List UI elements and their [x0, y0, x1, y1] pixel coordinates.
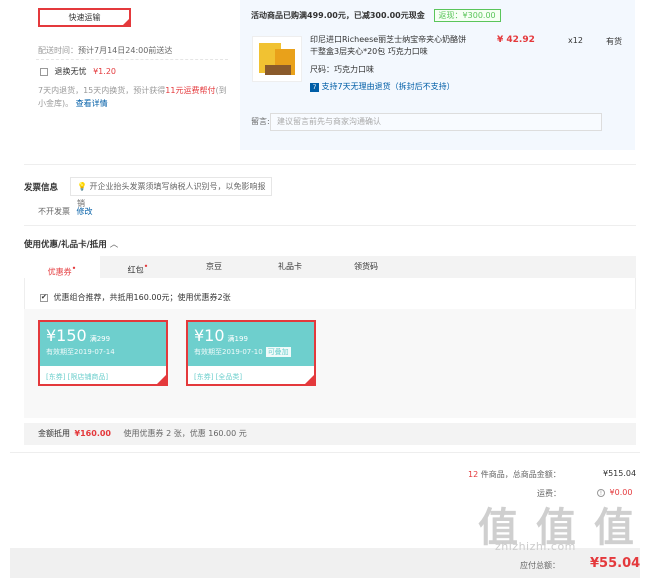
note-input[interactable]: 建议留言前先与商家沟通确认: [270, 113, 602, 131]
tab-label: 京豆: [206, 262, 222, 271]
dot-icon: •: [143, 262, 149, 271]
view-details-link[interactable]: 查看详情: [76, 99, 108, 108]
coupon-head: ¥10 满199 有效期至2019-07-10 可叠加: [188, 322, 314, 366]
lightbulb-icon: 💡: [77, 182, 87, 191]
tab-jingdou[interactable]: 京豆: [176, 256, 252, 278]
summary-amount: ¥160.00: [74, 429, 111, 438]
tab-gift-card[interactable]: 礼品卡: [252, 256, 328, 278]
note-label: 留言:: [251, 117, 270, 126]
selected-corner-icon: [156, 374, 167, 385]
divider: [36, 59, 228, 60]
note-placeholder: 建议留言前先与商家沟通确认: [277, 117, 381, 126]
coupon-amount: ¥150: [46, 326, 87, 345]
invoice-tip: 💡 开企业抬头发票须填写纳税人识别号，以免影响报销: [70, 177, 272, 208]
product-thumbnail[interactable]: [252, 36, 302, 82]
coupon-expiry: 有效期至2019-07-10: [194, 348, 263, 356]
selected-corner-icon: [122, 18, 130, 26]
coupon-condition: 满299: [89, 335, 111, 343]
promo-tag: 返现：¥300.00: [433, 9, 501, 22]
tab-pickup-code[interactable]: 领货码: [328, 256, 404, 278]
invoice-edit-link[interactable]: 修改: [77, 207, 93, 216]
total-amount: ¥515.04: [603, 469, 637, 478]
tab-coupons[interactable]: 优惠券•: [24, 256, 100, 278]
selected-corner-icon: [304, 374, 315, 385]
watermark-url: zhizhizhi.com: [495, 540, 576, 553]
coupon-condition: 满199: [227, 335, 248, 343]
tab-label: 领货码: [354, 262, 378, 271]
coupon-section-toggle[interactable]: 使用优惠/礼品卡/抵用 ︿: [24, 238, 118, 250]
coupon-summary: 金额抵用 ¥160.00 使用优惠券 2 张，优惠 160.00 元: [24, 423, 636, 445]
return-free-label: 退换无忧: [54, 67, 87, 76]
product-image-shape: [265, 65, 291, 75]
return-desc-prefix: 7天内退货，15天内换货，预计获得: [38, 86, 166, 95]
return-desc-highlight: 11元运费帮付: [165, 86, 216, 95]
promo-text: 活动商品已购满499.00元，已减300.00元现金: [251, 11, 425, 20]
combo-recommend-checkbox[interactable]: [40, 293, 48, 302]
delivery-time-value: 预计7月14日24:00前送达: [78, 46, 173, 55]
tab-red-packet[interactable]: 红包•: [100, 256, 176, 278]
tab-label: 优惠券: [47, 267, 72, 277]
coupon-expiry: 有效期至2019-07-14: [46, 348, 115, 356]
delivery-time-label: 配送时间：: [38, 46, 78, 55]
coupon-amount: ¥10: [194, 326, 225, 345]
return-free-price: ¥1.20: [93, 67, 116, 76]
tab-label: 红包: [127, 265, 144, 275]
combo-recommend-text: 优惠组合推荐，共抵用160.00元；使用优惠券2张: [53, 293, 231, 302]
stock-status: 有货: [606, 37, 622, 46]
coupon-section-title: 使用优惠/礼品卡/抵用: [24, 240, 107, 250]
summary-label: 金额抵用: [38, 429, 70, 438]
coupon-tags: [东券] [全品类]: [194, 373, 243, 381]
summary-desc: 使用优惠券 2 张，优惠 160.00 元: [123, 429, 247, 438]
coupon-card[interactable]: ¥150 满299 有效期至2019-07-14 [东券] [限店铺商品]: [38, 320, 168, 386]
item-count-text: 件商品，总商品金额：: [480, 470, 561, 479]
dot-icon: •: [71, 264, 77, 273]
section-divider: [24, 164, 636, 165]
invoice-tip-text: 开企业抬头发票须填写纳税人识别号，以免影响报销: [77, 182, 266, 208]
item-count: 12: [468, 470, 479, 479]
bottom-total-label: 应付总额：: [520, 561, 560, 570]
stackable-badge: 可叠加: [265, 347, 291, 357]
return-policy-icon: 7: [310, 83, 319, 92]
return-policy-text: 支持7天无理由退货（拆封后不支持）: [321, 82, 455, 91]
coupon-card[interactable]: ¥10 满199 有效期至2019-07-10 可叠加 [东券] [全品类]: [186, 320, 316, 386]
section-divider: [24, 225, 636, 226]
invoice-title: 发票信息: [24, 183, 59, 193]
product-name[interactable]: 印尼进口Richeese丽芝士纳宝帝夹心奶酪饼干整盒3层夹心*20包 巧克力口味: [310, 34, 470, 58]
bottom-total-amount: ¥55.04: [590, 556, 641, 571]
product-quantity: x12: [568, 36, 583, 45]
return-free-checkbox[interactable]: [40, 67, 48, 76]
coupon-head: ¥150 满299 有效期至2019-07-14: [40, 322, 166, 366]
tab-label: 礼品卡: [278, 262, 302, 271]
section-divider: [10, 452, 640, 453]
chevron-up-icon: ︿: [109, 240, 119, 250]
shipping-method-label: 快速运输: [68, 13, 101, 22]
shipping-method-button[interactable]: 快速运输: [38, 8, 131, 27]
invoice-status: 不开发票: [38, 207, 70, 216]
coupon-tags: [东券] [限店铺商品]: [46, 373, 109, 381]
size-label: 尺码：巧克力口味: [310, 65, 374, 74]
coupon-tabs: 优惠券• 红包• 京豆 礼品卡 领货码: [24, 256, 636, 278]
product-price: ¥ 42.92: [497, 35, 535, 45]
